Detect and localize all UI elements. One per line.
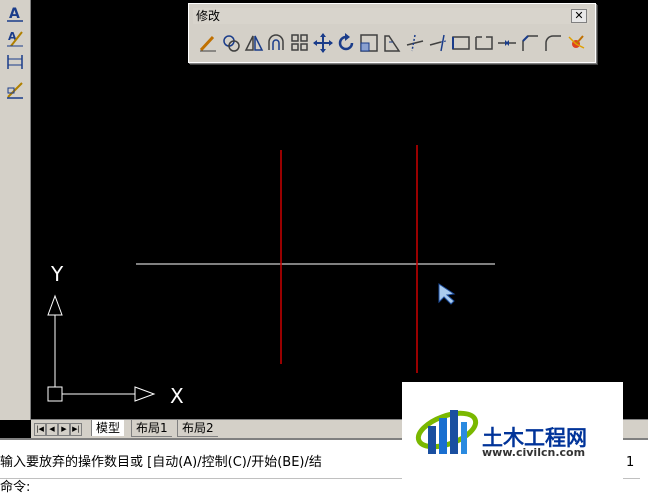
command-prompt: 命令: — [0, 480, 31, 495]
extend-icon[interactable] — [427, 32, 449, 54]
modify-toolbar-title: 修改 — [196, 9, 221, 23]
break-at-point-icon[interactable] — [450, 32, 472, 54]
command-history-tail: 1 — [626, 455, 635, 470]
modify-toolbar-titlebar[interactable]: 修改 ✕ — [193, 8, 589, 24]
copy-icon[interactable] — [220, 32, 242, 54]
svg-text:A: A — [9, 6, 20, 22]
join-icon[interactable] — [496, 32, 518, 54]
mouse-cursor-icon — [438, 283, 456, 305]
dim-update-icon[interactable] — [5, 52, 25, 72]
offset-icon[interactable] — [266, 32, 288, 54]
modify-toolbar[interactable]: 修改 ✕ — [188, 3, 596, 63]
break-icon[interactable] — [473, 32, 495, 54]
stretch-icon[interactable] — [381, 32, 403, 54]
modify-toolbar-close-button[interactable]: ✕ — [571, 9, 587, 23]
command-line[interactable]: 命令: — [0, 478, 640, 497]
building-logo-icon — [415, 410, 479, 454]
chamfer-icon[interactable] — [519, 32, 541, 54]
first-tab-button[interactable]: |◀ — [34, 423, 46, 436]
command-input[interactable] — [34, 479, 439, 496]
scale-icon[interactable] — [358, 32, 380, 54]
move-icon[interactable] — [312, 32, 334, 54]
ucs-icon — [47, 294, 156, 402]
modify-tools-row — [193, 32, 589, 56]
last-tab-button[interactable]: ▶| — [70, 423, 82, 436]
ucs-x-label: X — [170, 384, 184, 408]
ucs-y-label: Y — [50, 262, 64, 286]
previous-tab-button[interactable]: ◀ — [46, 423, 58, 436]
dim-style-icon[interactable] — [5, 80, 25, 100]
mirror-icon[interactable] — [243, 32, 265, 54]
dim-edit-icon[interactable]: A — [5, 28, 25, 48]
tab-model[interactable]: 模型 — [91, 420, 125, 436]
tab-layout2[interactable]: 布局2 — [177, 420, 218, 437]
fillet-icon[interactable] — [542, 32, 564, 54]
left-dimension-toolbar: A A — [0, 0, 31, 420]
rotate-icon[interactable] — [335, 32, 357, 54]
dim-aligned-text-icon[interactable]: A — [5, 4, 25, 24]
command-history-text: 输入要放弃的操作数目或 [自动(A)/控制(C)/开始(BE)/结 — [0, 455, 322, 470]
explode-icon[interactable] — [565, 32, 587, 54]
trim-icon[interactable] — [404, 32, 426, 54]
next-tab-button[interactable]: ▶ — [58, 423, 70, 436]
erase-icon[interactable] — [197, 32, 219, 54]
array-icon[interactable] — [289, 32, 311, 54]
tab-layout1[interactable]: 布局1 — [131, 420, 172, 437]
watermark-site-url: www.civilcn.com — [482, 446, 586, 459]
watermark-logo: 土木工程网 www.civilcn.com — [402, 382, 623, 480]
